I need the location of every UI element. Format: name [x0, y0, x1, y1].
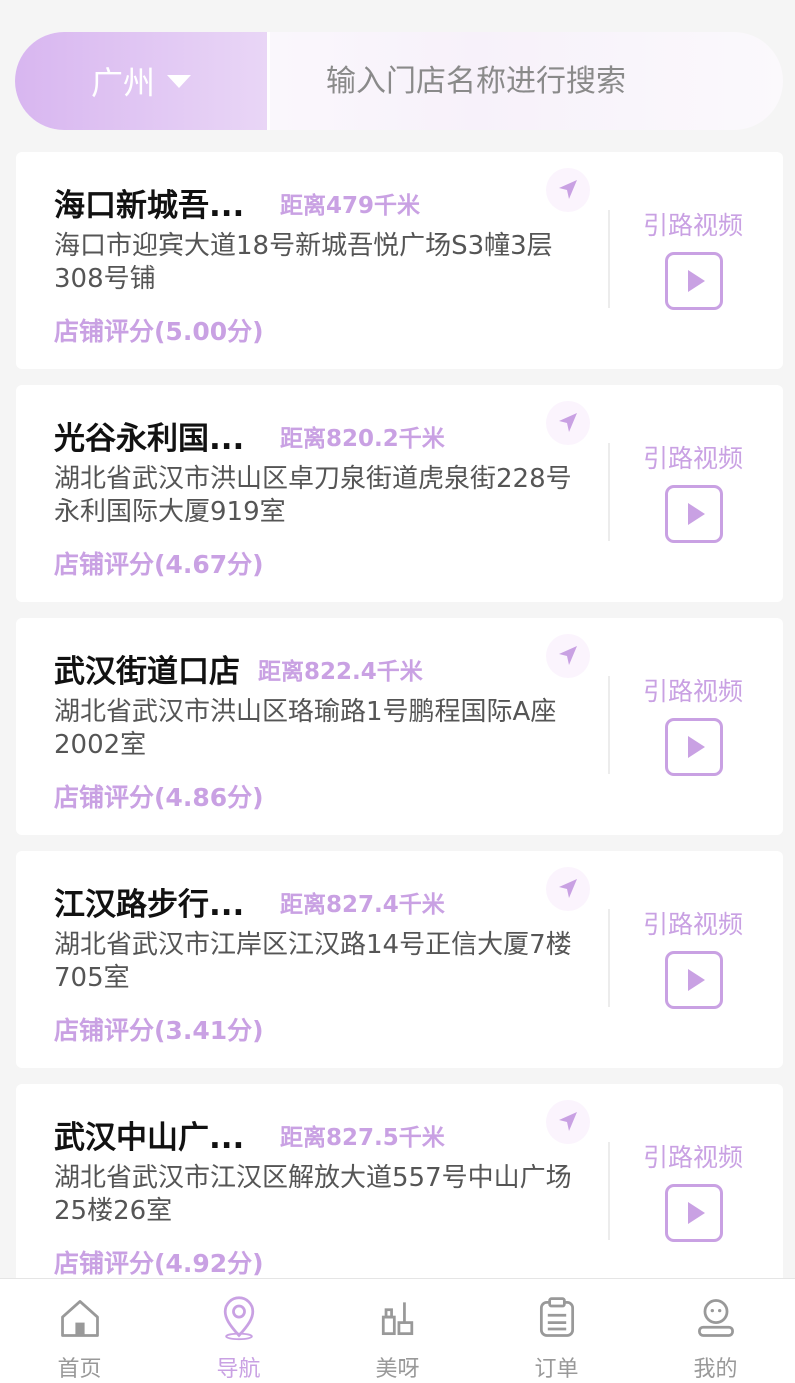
bottom-tab-bar: 首页 导航 美呀 订单 我的: [0, 1278, 795, 1383]
play-video-button[interactable]: [665, 252, 723, 310]
store-card[interactable]: 光谷永利国... 距离820.2千米 湖北省武汉市洪山区卓刀泉街道虎泉街228号…: [16, 385, 783, 602]
store-rating: 店铺评分(4.67分): [54, 550, 264, 579]
store-rating: 店铺评分(4.92分): [54, 1249, 264, 1278]
play-icon: [688, 503, 705, 525]
store-address: 湖北省武汉市江汉区解放大道557号中山广场25楼26室: [54, 1163, 572, 1226]
city-selector[interactable]: 广州: [15, 32, 267, 130]
store-card[interactable]: 江汉路步行... 距离827.4千米 湖北省武汉市江岸区江汉路14号正信大厦7楼…: [16, 851, 783, 1068]
city-label: 广州: [90, 64, 155, 102]
store-card[interactable]: 海口新城吾... 距离479千米 海口市迎宾大道18号新城吾悦广场S3幢3层30…: [16, 152, 783, 369]
store-name: 武汉街道口店: [54, 654, 240, 690]
card-divider: [608, 1142, 610, 1240]
store-name: 光谷永利国...: [54, 421, 245, 457]
play-icon: [688, 969, 705, 991]
navigate-button[interactable]: [546, 634, 590, 678]
store-name: 江汉路步行...: [54, 887, 245, 923]
store-address: 湖北省武汉市江岸区江汉路14号正信大厦7楼705室: [54, 930, 572, 993]
play-video-button[interactable]: [665, 485, 723, 543]
store-rating: 店铺评分(5.00分): [54, 317, 264, 346]
store-card[interactable]: 武汉中山广... 距离827.5千米 湖北省武汉市江汉区解放大道557号中山广场…: [16, 1084, 783, 1301]
store-rating: 店铺评分(3.41分): [54, 1016, 264, 1045]
store-card[interactable]: 武汉街道口店 距离822.4千米 湖北省武汉市洪山区珞瑜路1号鹏程国际A座200…: [16, 618, 783, 835]
tab-label: 导航: [216, 1357, 261, 1382]
tab-label: 首页: [57, 1357, 102, 1382]
tab-meiya[interactable]: 美呀: [318, 1279, 477, 1383]
store-address: 湖北省武汉市洪山区卓刀泉街道虎泉街228号永利国际大厦919室: [54, 464, 572, 527]
card-divider: [608, 210, 610, 308]
home-icon: [60, 1300, 99, 1337]
tab-label: 订单: [534, 1357, 579, 1382]
tools-icon: [381, 1302, 413, 1336]
play-video-button[interactable]: [665, 951, 723, 1009]
store-list: 海口新城吾... 距离479千米 海口市迎宾大道18号新城吾悦广场S3幢3层30…: [16, 152, 783, 1317]
store-distance: 距离827.5千米: [280, 1125, 445, 1151]
play-video-button[interactable]: [665, 718, 723, 776]
tab-navigation[interactable]: 导航: [159, 1279, 318, 1383]
guide-video-label[interactable]: 引路视频: [643, 672, 743, 708]
tab-orders[interactable]: 订单: [477, 1279, 636, 1383]
card-divider: [608, 909, 610, 1007]
play-icon: [688, 736, 705, 758]
store-search-input[interactable]: [270, 32, 783, 130]
navigate-button[interactable]: [546, 867, 590, 911]
navigate-button[interactable]: [546, 168, 590, 212]
store-distance: 距离827.4千米: [280, 892, 445, 918]
navigation-arrow-icon: [559, 646, 577, 665]
store-address: 海口市迎宾大道18号新城吾悦广场S3幢3层308号铺: [54, 231, 553, 294]
navigate-button[interactable]: [546, 401, 590, 445]
store-distance: 距离822.4千米: [258, 659, 423, 685]
store-distance: 距离820.2千米: [280, 426, 445, 452]
play-icon: [688, 270, 705, 292]
guide-video-label[interactable]: 引路视频: [643, 439, 743, 475]
tab-label: 美呀: [375, 1357, 420, 1382]
order-clipboard-icon: [539, 1297, 574, 1337]
navigate-button[interactable]: [546, 1100, 590, 1144]
navigation-arrow-icon: [559, 413, 577, 432]
guide-video-label[interactable]: 引路视频: [643, 905, 743, 941]
play-video-button[interactable]: [665, 1184, 723, 1242]
play-icon: [688, 1202, 705, 1224]
search-bar: 广州: [15, 32, 783, 130]
location-pin-icon: [223, 1296, 254, 1341]
guide-video-label[interactable]: 引路视频: [643, 1138, 743, 1174]
store-rating: 店铺评分(4.86分): [54, 783, 264, 812]
store-name: 武汉中山广...: [54, 1120, 245, 1156]
tab-label: 我的: [693, 1357, 738, 1382]
store-address: 湖北省武汉市洪山区珞瑜路1号鹏程国际A座2002室: [54, 697, 557, 760]
card-divider: [608, 443, 610, 541]
tab-home[interactable]: 首页: [0, 1279, 159, 1383]
navigation-arrow-icon: [559, 1112, 577, 1131]
store-distance: 距离479千米: [280, 193, 421, 219]
triangle-down-icon: [167, 74, 191, 88]
user-profile-icon: [697, 1299, 734, 1337]
tab-mine[interactable]: 我的: [636, 1279, 795, 1383]
navigation-arrow-icon: [559, 180, 577, 199]
guide-video-label[interactable]: 引路视频: [643, 206, 743, 242]
store-name: 海口新城吾...: [54, 188, 245, 224]
card-divider: [608, 676, 610, 774]
navigation-arrow-icon: [559, 879, 577, 898]
